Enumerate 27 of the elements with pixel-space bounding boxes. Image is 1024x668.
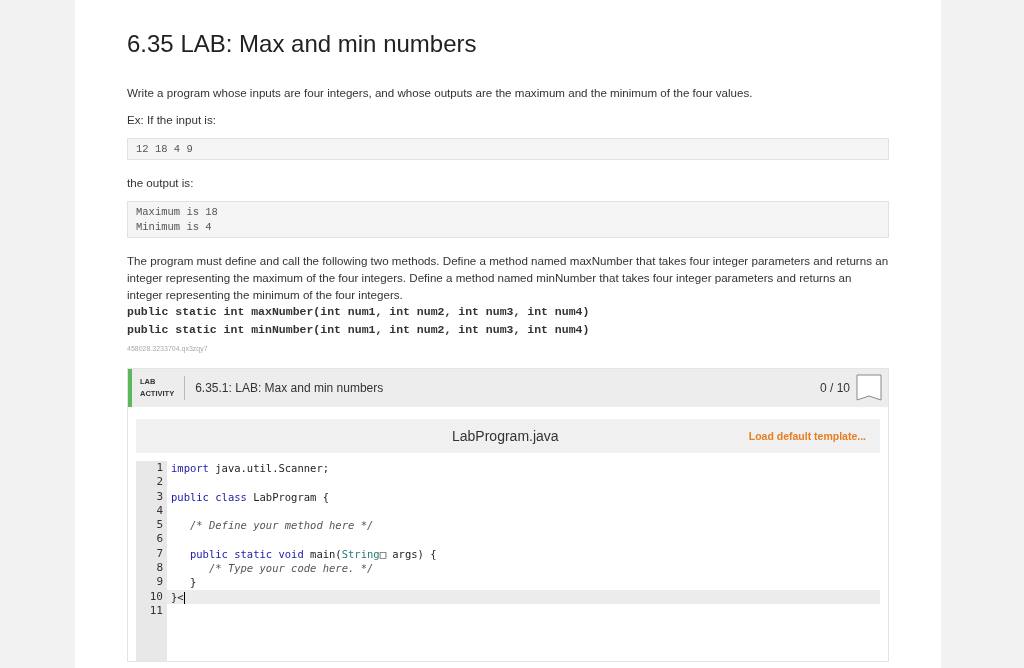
- line-number: 6: [136, 532, 167, 547]
- line-number: 5: [136, 518, 167, 533]
- page-title: 6.35 LAB: Max and min numbers: [127, 30, 478, 58]
- description-text: The program must define and call the following two methods. Define a method named maxNumber that takes four integer parameters and returns an integer representing the maximum of the four integers. Define a method named minNumber that takes four integer parameters and returns an integer representing the minimum of the four integers.: [127, 253, 889, 303]
- score: 0 / 10: [819, 381, 850, 395]
- code-line: /* Type your code here. */: [207, 561, 374, 576]
- input-example: 12 18 4 9: [127, 138, 889, 160]
- code-line: }: [188, 575, 197, 590]
- code-line: }<: [170, 589, 185, 604]
- code-line: import java.util.Scanner;: [170, 461, 330, 476]
- method-signature: public static int maxNumber(int num1, int num2, int num3, int num4): [127, 304, 591, 320]
- code-editor[interactable]: 1 import java.util.Scanner; 2 3 public class LabProgram { 4 5 /* Define your method here */ 6 7 public static void main(String□ args) { 8 /* Type your code here. */ 9 } 10 }< 11: [136, 453, 880, 661]
- code-line: public static void main(String□ args) {: [188, 546, 437, 562]
- output-label: the output is:: [127, 175, 195, 191]
- line-number: 2: [136, 475, 167, 490]
- lab-title: 6.35.1: LAB: Max and min numbers: [195, 381, 385, 395]
- file-name: LabProgram.java: [452, 428, 559, 444]
- line-number: 9: [136, 575, 167, 590]
- score-ribbon-icon: [856, 374, 882, 402]
- method-signature: public static int minNumber(int num1, int num2, int num3, int num4): [127, 322, 591, 338]
- line-number: 8: [136, 561, 167, 576]
- output-example: Maximum is 18 Minimum is 4: [127, 201, 889, 238]
- example-label: Ex: If the input is:: [127, 112, 217, 128]
- code-line: public class LabProgram {: [170, 489, 330, 504]
- intro-text: Write a program whose inputs are four integers, and whose outputs are the maximum and the minimum of the four values.: [127, 85, 754, 101]
- code-line: /* Define your method here */: [188, 518, 374, 533]
- line-number: 1: [136, 461, 167, 476]
